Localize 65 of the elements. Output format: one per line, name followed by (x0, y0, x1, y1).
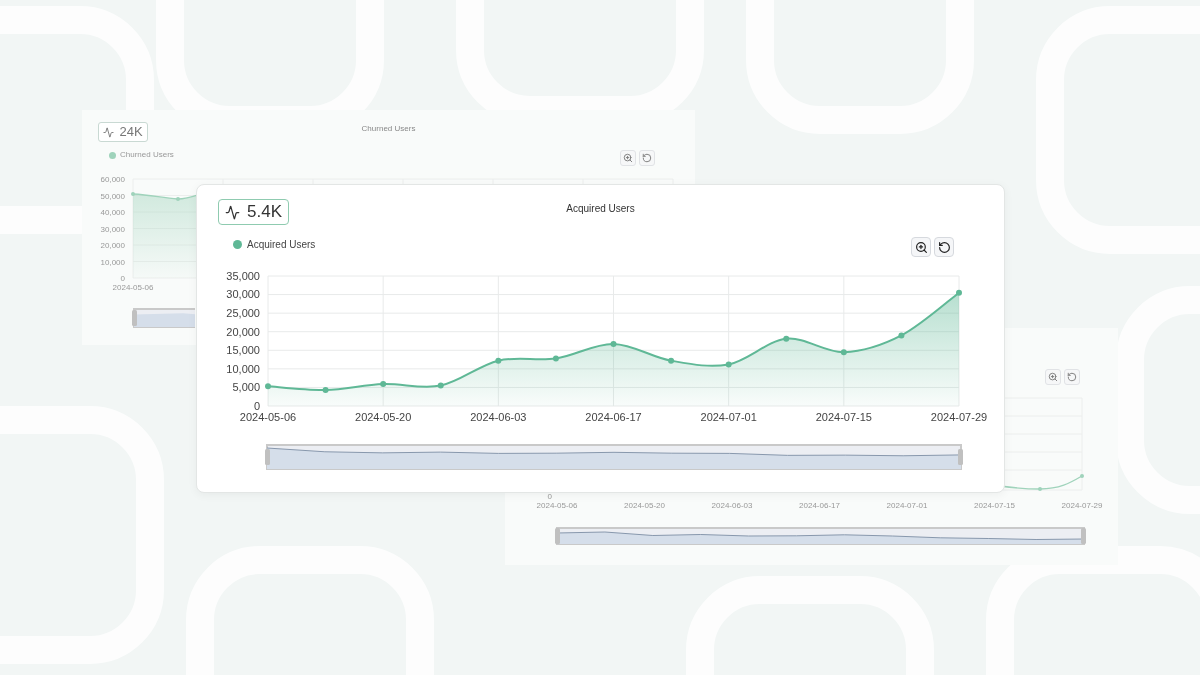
data-point (783, 335, 790, 342)
reset-icon (937, 240, 951, 254)
reset-icon (1067, 372, 1077, 382)
x-axis-label: 2024-07-15 (974, 501, 1015, 510)
data-point (265, 383, 271, 390)
x-axis-label: 2024-05-06 (536, 501, 578, 510)
data-point (956, 289, 962, 296)
zoom-in-icon (1048, 372, 1058, 382)
reset-button[interactable] (934, 237, 954, 257)
data-point (725, 361, 732, 368)
y-axis-label: 60,000 (100, 175, 125, 184)
y-axis-label: 30,000 (100, 224, 125, 234)
y-axis-label: 40,000 (100, 208, 125, 217)
pulse-icon (225, 204, 240, 220)
data-point (552, 355, 559, 362)
pulse-icon (103, 126, 115, 138)
zoom-in-icon (914, 240, 928, 254)
legend-label: Churned Users (120, 149, 174, 161)
data-point (495, 357, 502, 364)
data-point (380, 381, 387, 388)
x-axis-label: 2024-06-03 (711, 501, 753, 510)
x-axis-label: 2024-06-17 (585, 411, 642, 423)
zoom-in-icon (623, 153, 633, 163)
y-axis-label: 15,000 (226, 344, 260, 357)
range-navigator[interactable] (264, 444, 964, 470)
x-axis-label: 2024-07-01 (886, 501, 928, 510)
y-axis-label: 30,000 (226, 288, 260, 301)
x-axis-label: 2024-07-01 (700, 411, 757, 423)
range-navigator[interactable] (131, 308, 195, 328)
x-axis-label: 2024-07-29 (930, 411, 988, 423)
x-axis-label: 2024-05-20 (624, 501, 665, 510)
y-axis-label: 20,000 (100, 241, 125, 250)
data-point (898, 332, 905, 339)
data-point (322, 387, 329, 394)
data-point (1038, 487, 1042, 491)
data-point (610, 340, 617, 347)
y-axis-label: 20,000 (226, 325, 260, 338)
data-point (668, 357, 675, 364)
y-axis-label: 50,000 (100, 191, 125, 201)
legend-label: Acquired Users (247, 237, 316, 252)
x-axis-label: 2024-05-20 (355, 411, 412, 423)
y-axis-label: 5,000 (232, 381, 260, 394)
data-point (437, 382, 444, 389)
chart-title: Churned Users (361, 123, 416, 135)
zoom-in-button[interactable] (911, 237, 931, 257)
range-navigator[interactable] (554, 527, 1087, 545)
x-axis-label: 2024-06-03 (470, 411, 527, 423)
x-axis-label: 2024-05-06 (239, 411, 297, 423)
x-axis-label: 2024-07-29 (1061, 501, 1103, 510)
x-axis-label: 2024-06-17 (799, 501, 840, 510)
y-axis-label: 0 (547, 492, 552, 501)
stat-value: 5.4K (247, 201, 282, 224)
x-axis-label: 2024-07-15 (815, 411, 872, 423)
y-axis-label: 0 (120, 274, 125, 283)
y-axis-label: 10,000 (226, 362, 260, 375)
data-point (1080, 474, 1084, 478)
reset-icon (642, 153, 652, 163)
chart-title: Acquired Users (566, 202, 635, 216)
stat-value: 24K (119, 123, 143, 142)
y-axis-label: 10,000 (100, 257, 125, 267)
y-axis-label: 35,000 (226, 269, 260, 282)
y-axis-label: 0 (253, 399, 260, 412)
y-axis-label: 25,000 (226, 307, 260, 319)
data-point (840, 349, 847, 356)
x-axis-label: 2024-05-06 (112, 283, 154, 292)
